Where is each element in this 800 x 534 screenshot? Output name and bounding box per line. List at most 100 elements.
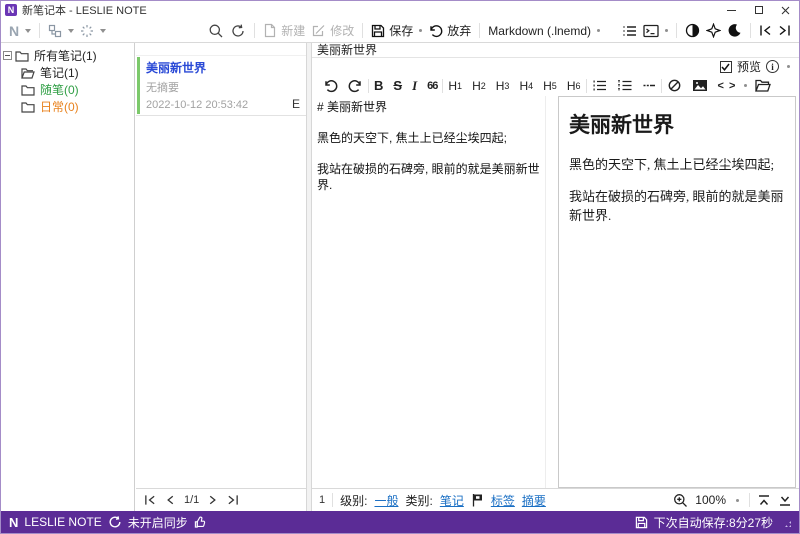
moon-icon (728, 24, 741, 37)
h2-button[interactable]: H2 (467, 79, 491, 93)
tree-item-label: 随笔(0) (40, 83, 79, 97)
zoom-in-icon[interactable] (673, 493, 688, 508)
notebook-tree-panel: 所有笔记(1) 笔记(1) 随笔(0) 日常(0) (1, 43, 135, 511)
maximize-icon (754, 6, 763, 14)
horizontal-rule-button[interactable] (637, 79, 661, 92)
markdown-source-editor[interactable]: # 美丽新世界 黑色的天空下, 焦土上已经尘埃四起; 我站在破损的石碑旁, 眼前… (312, 96, 546, 488)
prev-page-icon[interactable] (165, 494, 175, 506)
app-menu-button[interactable]: N (6, 23, 34, 39)
link-icon (668, 79, 680, 92)
sparkle-icon (81, 24, 94, 37)
chevron-down-icon (100, 28, 107, 33)
level-value-link[interactable]: 一般 (374, 492, 398, 509)
ordered-list-button[interactable] (612, 79, 637, 92)
terminal-button[interactable] (640, 24, 662, 38)
info-dropdown-icon[interactable] (787, 65, 790, 68)
h5-label: H (543, 78, 552, 93)
last-page-icon[interactable] (227, 494, 239, 506)
category-value-link[interactable]: 笔记 (440, 492, 464, 509)
quote-button[interactable]: 66 (422, 80, 442, 92)
note-item-date: 2022-10-12 20:53:42 (146, 99, 249, 111)
maximize-button[interactable] (745, 1, 772, 19)
h3-button[interactable]: H3 (491, 79, 515, 93)
discard-label: 放弃 (447, 24, 472, 38)
divider (362, 23, 364, 38)
undo-button[interactable] (318, 79, 343, 93)
divider (749, 493, 750, 507)
main-toolbar: N 新建 修改 保存 放弃 Markdown (.lnemd) (1, 19, 799, 43)
note-title-input[interactable]: 美丽新世界 (312, 43, 799, 58)
page-total: /1 (190, 494, 200, 506)
contrast-icon (685, 23, 700, 38)
h5-button[interactable]: H5 (538, 79, 562, 93)
edit-note-button[interactable]: 修改 (308, 22, 357, 39)
search-button[interactable] (205, 23, 227, 39)
terminal-dropdown-icon[interactable] (665, 29, 668, 32)
note-list-header (136, 43, 306, 56)
tree-item-notes[interactable]: 笔记(1) (1, 64, 134, 81)
h6-number: 6 (575, 80, 581, 91)
divider (479, 23, 481, 38)
redo-button[interactable] (343, 79, 368, 93)
code-button[interactable]: < > (713, 80, 742, 92)
sync-status-text[interactable]: 未开启同步 (128, 514, 188, 531)
next-page-icon[interactable] (208, 494, 218, 506)
terminal-icon (643, 24, 659, 37)
collapse-expander-icon[interactable] (3, 51, 12, 60)
dark-mode-button[interactable] (724, 23, 745, 38)
chevron-down-icon (68, 28, 75, 33)
new-note-button[interactable]: 新建 (260, 22, 308, 39)
link-button[interactable] (662, 78, 687, 93)
save-button[interactable]: 保存 (368, 22, 416, 39)
undo-icon (325, 79, 338, 92)
refresh-icon (232, 24, 244, 37)
close-button[interactable] (772, 1, 799, 19)
tree-item-essays[interactable]: 随笔(0) (1, 81, 134, 98)
h6-button[interactable]: H6 (562, 79, 586, 93)
summary-link[interactable]: 摘要 (522, 492, 546, 509)
pin-button[interactable] (703, 23, 724, 38)
refresh-tree-button[interactable] (77, 24, 109, 38)
italic-button[interactable]: I (407, 78, 422, 94)
zoom-dropdown-icon[interactable] (736, 498, 739, 502)
first-page-icon[interactable] (144, 494, 156, 506)
tree-item-daily[interactable]: 日常(0) (1, 98, 134, 115)
resize-grip[interactable] (781, 517, 791, 527)
bullet-list-button[interactable] (587, 79, 612, 92)
list-item[interactable]: 美丽新世界 无摘要 2022-10-12 20:53:42 E (136, 56, 306, 116)
collapse-right-panel-button[interactable] (775, 24, 794, 37)
tags-link[interactable]: 标签 (491, 492, 515, 509)
preview-label[interactable]: 预览 (737, 58, 761, 75)
bold-button[interactable]: B (369, 78, 388, 93)
theme-contrast-button[interactable] (682, 23, 703, 38)
status-bar: N LESLIE NOTE 未开启同步 下次自动保存:8分27秒 (1, 511, 799, 533)
strikethrough-button[interactable]: S (388, 78, 407, 93)
image-icon (692, 80, 707, 91)
code-dropdown-icon[interactable] (744, 84, 748, 87)
thumbs-up-icon[interactable] (194, 515, 207, 529)
scroll-to-top-icon[interactable] (757, 494, 771, 507)
collapse-left-panel-button[interactable] (756, 24, 775, 37)
notebook-structure-button[interactable] (45, 24, 77, 38)
new-note-label: 新建 (281, 24, 306, 38)
tree-item-all-notes[interactable]: 所有笔记(1) (1, 47, 134, 64)
info-icon[interactable]: i (766, 60, 779, 73)
scroll-to-bottom-icon[interactable] (778, 494, 792, 507)
outline-button[interactable] (619, 24, 640, 38)
preview-heading: 美丽新世界 (569, 113, 674, 137)
discard-button[interactable]: 放弃 (425, 22, 474, 39)
h1-button[interactable]: H1 (443, 79, 467, 93)
zoom-level-value[interactable]: 100% (695, 493, 726, 507)
attachment-button[interactable] (750, 79, 776, 92)
image-button[interactable] (687, 79, 713, 92)
h4-button[interactable]: H4 (514, 79, 538, 93)
note-list-panel: 美丽新世界 无摘要 2022-10-12 20:53:42 E 1/1 (136, 43, 306, 511)
refresh-button[interactable] (227, 23, 249, 39)
format-selector[interactable]: Markdown (.lnemd) (485, 24, 594, 38)
minimize-button[interactable] (718, 1, 745, 19)
tree-item-label: 所有笔记(1) (34, 49, 97, 63)
save-dropdown-icon[interactable] (419, 29, 423, 32)
preview-checkbox[interactable] (719, 60, 732, 73)
undo-icon (430, 24, 443, 37)
format-dropdown-icon[interactable] (597, 29, 600, 32)
